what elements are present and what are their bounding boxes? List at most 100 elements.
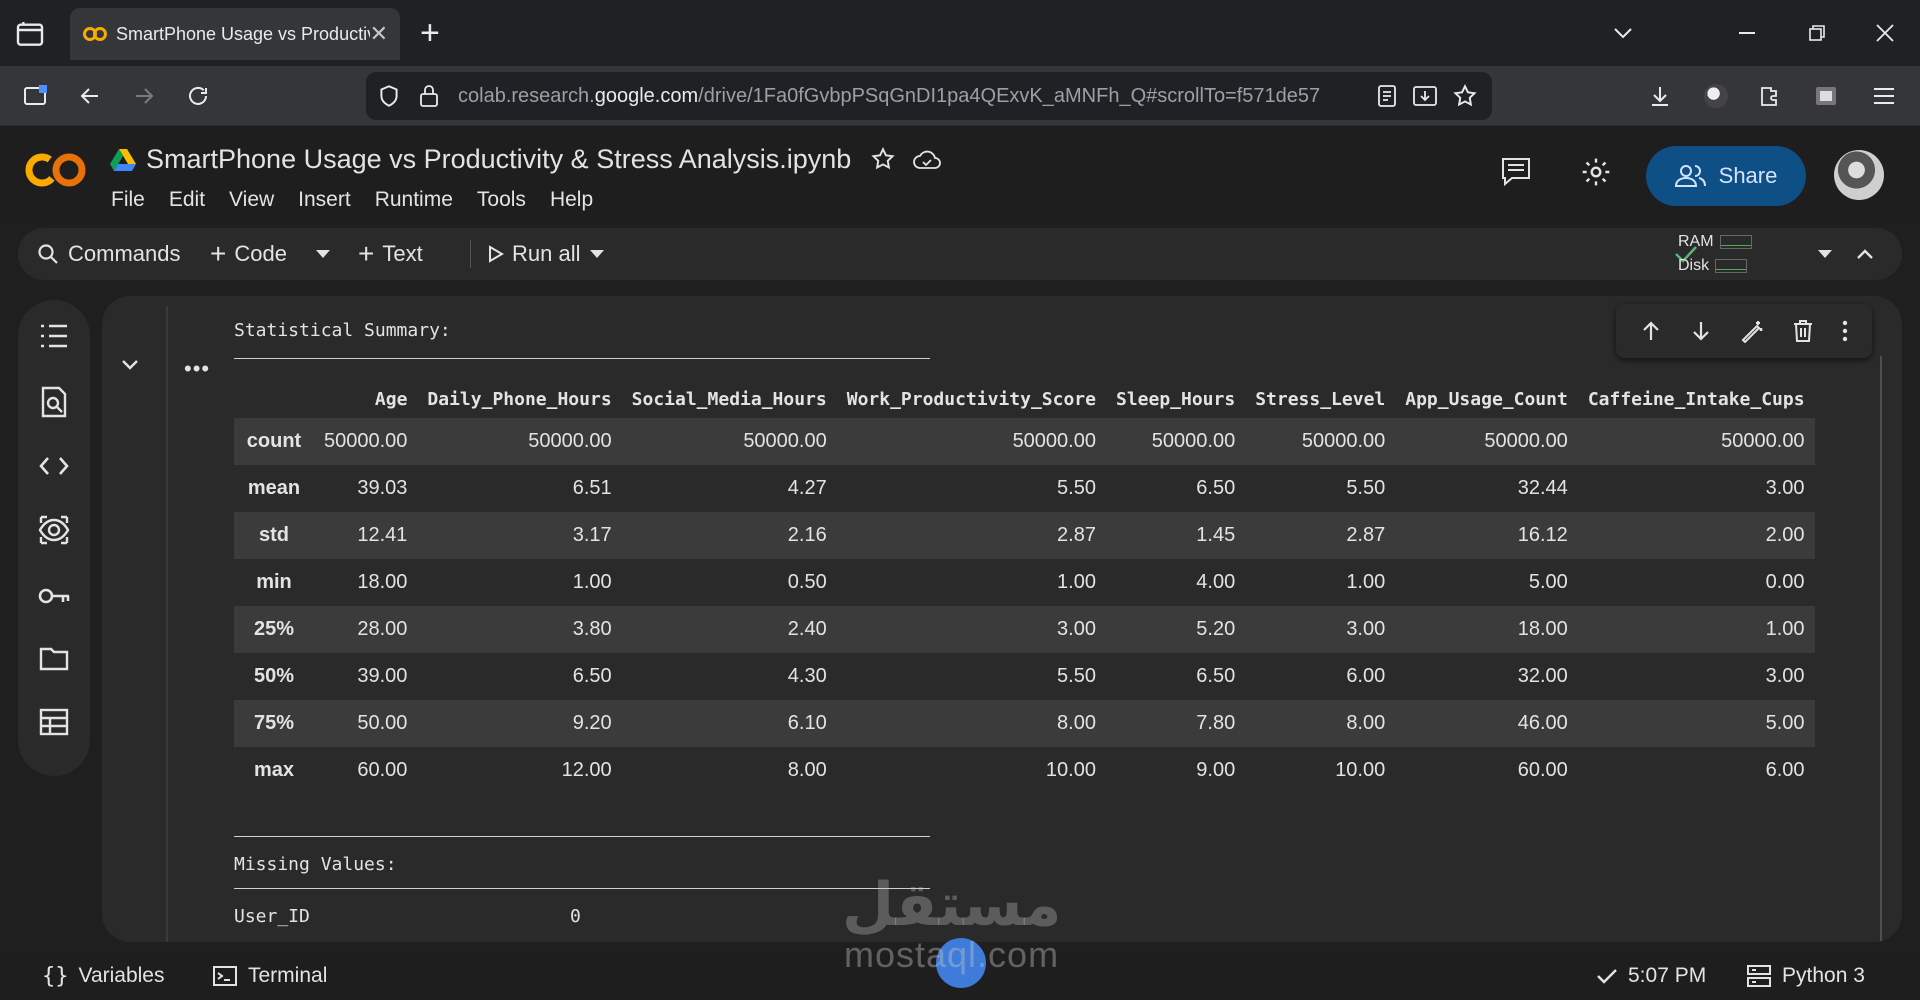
address-bar[interactable]: colab.research.google.com/drive/1Fa0fGvb… [366, 72, 1492, 120]
profile-icon[interactable] [1698, 78, 1734, 114]
missing-row-label: User_ID [234, 906, 310, 927]
new-tab-button[interactable]: + [420, 14, 440, 53]
files-folder-icon[interactable] [36, 640, 72, 676]
settings-gear-icon[interactable] [1580, 156, 1612, 188]
braces-icon: {} [42, 963, 69, 989]
disk-label: Disk [1678, 257, 1710, 274]
browser-tab[interactable]: SmartPhone Usage vs Productivity & Stres… [70, 8, 400, 60]
restore-icon[interactable] [1800, 16, 1834, 50]
table-cell: 5.50 [1057, 477, 1096, 499]
terminal-icon [213, 966, 237, 986]
tab-close-icon[interactable]: ✕ [370, 21, 388, 47]
chevron-down-icon[interactable] [120, 358, 140, 372]
secrets-key-icon[interactable] [36, 578, 72, 614]
browser-menu-icon[interactable] [1866, 78, 1902, 114]
table-cell: 6.50 [1196, 665, 1236, 687]
missing-row-value: 0 [570, 906, 581, 927]
menu-file[interactable]: File [111, 188, 145, 212]
people-icon [1674, 165, 1706, 187]
cloud-saved-icon[interactable] [912, 148, 942, 172]
notebook-title[interactable]: SmartPhone Usage vs Productivity & Stres… [146, 144, 851, 175]
divider-line [234, 888, 930, 889]
back-icon[interactable] [72, 78, 108, 114]
move-down-icon[interactable] [1690, 320, 1712, 342]
table-cell: 6.51 [572, 477, 612, 499]
lock-icon[interactable] [418, 83, 440, 109]
play-icon [489, 245, 504, 263]
menu-tools[interactable]: Tools [477, 188, 526, 212]
forward-icon[interactable] [126, 78, 162, 114]
table-cell: 0.50 [787, 571, 827, 593]
table-cell: 3.00 [1765, 665, 1805, 687]
resource-monitor[interactable]: RAM Disk [1678, 230, 1752, 278]
table-row: 75% 50.00 9.20 6.10 8.00 7.80 8.00 46.00 5.00 [234, 700, 1815, 747]
runtime-dropdown-button[interactable] [1818, 228, 1832, 280]
more-vert-icon[interactable] [1842, 320, 1848, 342]
reload-icon[interactable] [180, 78, 216, 114]
add-code-button[interactable]: + Code [210, 228, 287, 280]
caret-down-icon [590, 250, 604, 258]
table-cell: 3.00 [1346, 618, 1386, 640]
colab-logo-icon[interactable] [24, 148, 88, 192]
menu-edit[interactable]: Edit [169, 188, 205, 212]
edit-magic-icon[interactable] [1740, 319, 1764, 343]
tab-search-icon[interactable] [1606, 16, 1640, 50]
extension-app-icon[interactable] [1808, 78, 1844, 114]
table-cell: 9.00 [1196, 759, 1236, 781]
code-dropdown-button[interactable] [316, 228, 330, 280]
disk-bar [1715, 258, 1748, 273]
table-cell: 6.50 [1196, 477, 1236, 499]
index-header [234, 372, 314, 418]
column-header: Daily_Phone_Hours [427, 389, 612, 410]
install-app-icon[interactable] [1412, 84, 1438, 108]
run-all-dropdown-button[interactable] [590, 228, 604, 280]
google-drive-icon[interactable] [110, 148, 136, 172]
find-replace-icon[interactable] [36, 384, 72, 420]
bookmark-star-icon[interactable] [1452, 83, 1478, 109]
menu-view[interactable]: View [229, 188, 274, 212]
comments-icon[interactable] [1500, 156, 1532, 186]
minimize-icon[interactable] [1730, 16, 1764, 50]
star-icon[interactable] [870, 146, 896, 172]
row-label: max [253, 759, 295, 781]
execution-status[interactable]: 5:07 PM [1596, 952, 1706, 1000]
column-header: App_Usage_Count [1405, 389, 1568, 410]
add-text-button[interactable]: + Text [358, 228, 423, 280]
code-snippets-icon[interactable] [36, 448, 72, 484]
shield-icon[interactable] [376, 83, 402, 109]
variables-inspector-icon[interactable] [36, 512, 72, 548]
downloads-icon[interactable] [1642, 78, 1678, 114]
column-header: Social_Media_Hours [631, 389, 827, 410]
menu-insert[interactable]: Insert [298, 188, 351, 212]
close-window-icon[interactable] [1868, 16, 1902, 50]
tab-list-icon[interactable] [14, 18, 46, 50]
table-cell: 1.00 [1765, 618, 1805, 640]
share-button[interactable]: Share [1646, 146, 1806, 206]
extensions-icon[interactable] [1752, 78, 1788, 114]
account-avatar[interactable] [1834, 150, 1884, 200]
delete-icon[interactable] [1792, 319, 1814, 343]
variables-button[interactable]: {} Variables [42, 952, 165, 1000]
variables-label: Variables [78, 964, 165, 987]
menu-runtime[interactable]: Runtime [375, 188, 453, 212]
table-of-contents-icon[interactable] [36, 318, 72, 354]
run-all-button[interactable]: Run all [488, 228, 580, 280]
output-actions-icon[interactable]: ••• [184, 356, 210, 382]
sidebar-toggle-icon[interactable] [18, 78, 54, 114]
collapse-header-button[interactable] [1856, 228, 1874, 280]
table-cell: 12.41 [357, 524, 408, 546]
table-cell: 6.00 [1765, 759, 1805, 781]
output-scroll-edge [1880, 356, 1882, 942]
plus-icon: + [358, 238, 375, 269]
runtime-type-button[interactable]: Python 3 [1746, 952, 1865, 1000]
table-cell: 6.50 [572, 665, 612, 687]
menu-help[interactable]: Help [550, 188, 593, 212]
reader-view-icon[interactable] [1376, 84, 1398, 108]
table-cell: 12.00 [561, 759, 612, 781]
table-cell: 60.00 [357, 759, 408, 781]
terminal-button[interactable]: Terminal [212, 952, 327, 1000]
commands-button[interactable]: Commands [36, 228, 180, 280]
data-table-icon[interactable] [36, 704, 72, 740]
move-up-icon[interactable] [1640, 320, 1662, 342]
table-cell: 3.00 [1765, 477, 1805, 499]
